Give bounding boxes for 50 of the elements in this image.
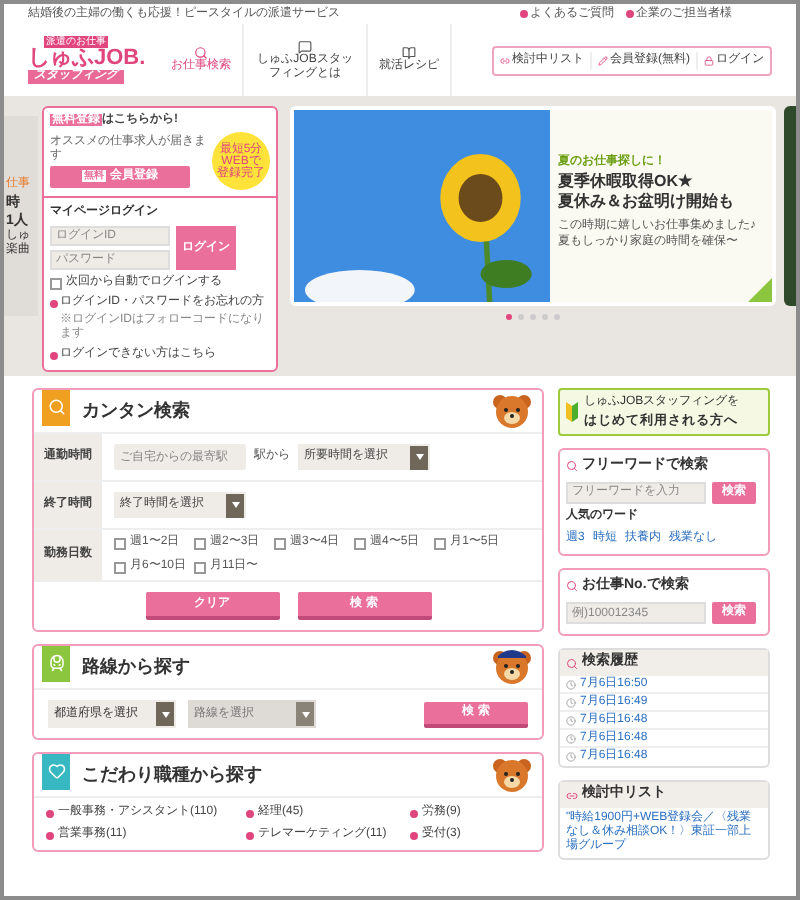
bullet-icon [50, 351, 58, 359]
checkbox[interactable] [274, 537, 287, 549]
bullet-icon [246, 809, 254, 817]
clock-icon [566, 752, 576, 762]
speech-bubble-icon [298, 39, 312, 53]
search-icon [566, 579, 578, 592]
search-icon [566, 460, 578, 473]
train-icon [47, 654, 65, 672]
pencil-icon [598, 55, 608, 65]
checkbox[interactable] [114, 537, 126, 549]
lock-icon [704, 55, 714, 65]
checkbox[interactable] [194, 561, 207, 573]
bullet-icon [626, 10, 634, 18]
section-title: こだわり職種から探す [82, 761, 264, 788]
bear-mascot-icon [490, 755, 534, 795]
link-icon [566, 789, 578, 801]
book-icon [402, 46, 416, 60]
checkbox[interactable] [50, 277, 62, 289]
bear-mascot-icon [490, 647, 534, 687]
heart-icon [47, 762, 65, 780]
bullet-icon [520, 10, 528, 18]
slide-title: 夏季休暇取得OK★ [558, 172, 694, 192]
dropdown-caret-icon [296, 702, 314, 726]
checkbox[interactable] [194, 537, 207, 549]
bullet-icon [46, 809, 54, 817]
bullet-icon [410, 809, 418, 817]
clock-icon [566, 733, 576, 743]
bullet-icon [50, 299, 58, 307]
clock-icon [566, 679, 576, 689]
corner-arrow-icon[interactable] [748, 278, 772, 302]
section-title: 路線から探す [82, 653, 192, 680]
clock-icon [566, 715, 576, 725]
link-icon [500, 55, 510, 65]
beginner-mark-icon [566, 402, 578, 422]
dropdown-caret-icon [410, 445, 428, 469]
checkbox[interactable] [434, 537, 447, 549]
clock-icon [566, 697, 576, 707]
checkbox[interactable] [354, 537, 367, 549]
dropdown-caret-icon [226, 493, 244, 517]
search-icon [47, 398, 65, 416]
bullet-icon [246, 831, 254, 839]
bullet-icon [46, 831, 54, 839]
search-icon [194, 46, 208, 60]
slide-title: 夏休み＆お盆明け開始も [558, 192, 736, 212]
search-icon [566, 657, 578, 669]
section-title: カンタン検索 [82, 397, 192, 424]
bullet-icon [410, 831, 418, 839]
dropdown-caret-icon [156, 702, 174, 726]
checkbox[interactable] [114, 561, 126, 573]
bear-mascot-icon [490, 391, 534, 431]
